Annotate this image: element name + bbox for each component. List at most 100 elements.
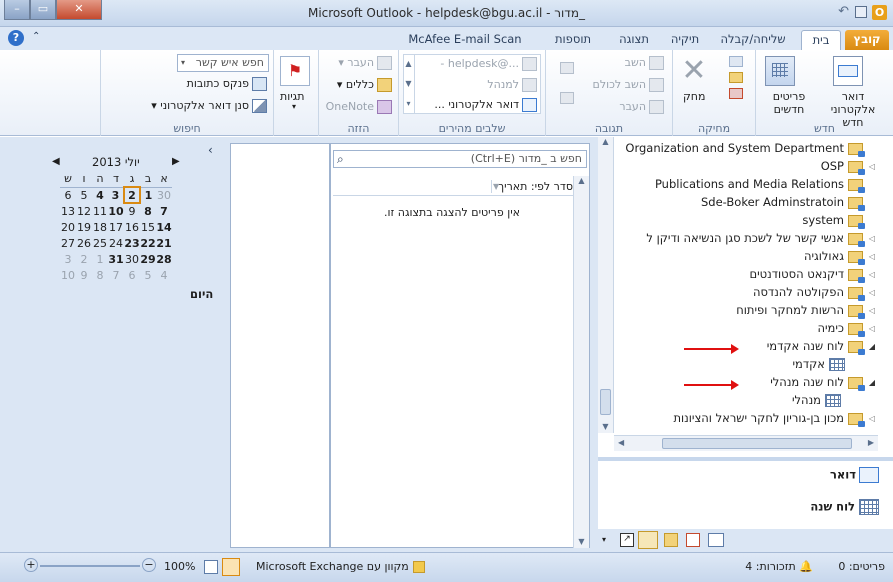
calendar-day-today[interactable]: 2 [123,186,141,204]
scroll-up-icon[interactable]: ▲ [598,137,613,146]
tab-folder[interactable]: תיקיה [665,30,705,50]
calendar-day[interactable]: 20 [60,219,76,235]
quick-step-helpdesk[interactable]: ...@helpdesk - [440,57,537,71]
calendar-day[interactable]: 7 [156,203,172,219]
new-items-icon[interactable] [765,56,795,86]
delete-button[interactable]: מחק [683,90,705,103]
nav-vertical-scrollbar[interactable]: ▲ ▼ [598,137,614,433]
calendar-day[interactable]: 3 [108,187,124,203]
calendar-item[interactable]: מנהלי [792,393,841,407]
folder-item[interactable]: לוח שנה מנהלי [770,375,865,391]
tab-home[interactable]: בית [801,30,841,50]
quick-steps-scroll[interactable]: ▲ ▼ ▾ [403,54,415,114]
folder-item[interactable]: מכון בן-גוריון לחקר ישראל והציונות [673,411,865,427]
search-icon[interactable]: ⌕ [337,151,344,167]
calendar-day[interactable]: 6 [124,267,140,283]
calendar-day[interactable]: 8 [140,203,156,219]
expand-arrow-icon[interactable]: ◁ [869,414,875,423]
calendar-day[interactable]: 17 [108,219,124,235]
calendar-day[interactable]: 30 [156,187,172,203]
calendar-item[interactable]: אקדמי [792,357,845,371]
calendar-day[interactable]: 19 [76,219,92,235]
calendar-day[interactable]: 4 [92,187,108,203]
expand-arrow-icon[interactable]: ◁ [869,234,875,243]
calendar-day[interactable]: 3 [60,251,76,267]
more-respond-icon[interactable] [560,92,574,104]
normal-view-icon[interactable] [222,558,240,576]
sort-header[interactable]: סדר לפי: תאריך ▼ [333,178,573,196]
calendar-day[interactable]: 23 [124,235,140,251]
calendar-day[interactable]: 7 [108,267,124,283]
expand-arrow-icon[interactable]: ◁ [869,270,875,279]
expand-arrow-icon[interactable]: ◁ [869,162,875,171]
scroll-down-icon[interactable]: ▼ [598,422,613,431]
folder-item[interactable]: Sde-Boker Adminstratoin [701,195,865,211]
calendar-day[interactable]: 9 [124,203,140,219]
calendar-day[interactable]: 10 [108,203,124,219]
move-button[interactable]: העבר ▾ [338,56,392,70]
calendar-day[interactable]: 16 [124,219,140,235]
calendar-day[interactable]: 11 [92,203,108,219]
tab-send-receive[interactable]: שליחה/קבלה [713,30,793,50]
vertical-scrollbar[interactable]: ▲ ▼ [573,176,589,548]
prev-month-arrow[interactable]: ◀ [52,156,60,167]
tab-addins[interactable]: תוספות [543,30,603,50]
calendar-day[interactable]: 31 [108,251,124,267]
calendar-day[interactable]: 1 [92,251,108,267]
calendar-day[interactable]: 28 [156,251,172,267]
cleanup-icon[interactable] [729,72,743,83]
folder-item[interactable]: OSP [821,159,865,175]
scroll-down-icon[interactable]: ▼ [574,537,589,546]
meeting-icon[interactable] [560,62,574,74]
folder-item[interactable]: גאולוגיה [804,249,865,265]
quick-step-email[interactable]: דואר אלקטרוני ... [434,98,537,112]
help-icon[interactable]: ? [8,30,24,46]
address-book-button[interactable]: פנקס כתובות [187,77,267,91]
tab-mcafee[interactable]: McAfee E-mail Scan [395,30,535,50]
contacts-icon[interactable] [708,533,724,547]
expand-arrow-icon[interactable]: ◁ [869,324,875,333]
scroll-right-icon[interactable]: ▶ [868,438,874,447]
calendar-day[interactable]: 5 [140,267,156,283]
next-month-arrow[interactable]: ▶ [172,156,180,167]
folder-item[interactable]: לוח שנה אקדמי [767,339,865,355]
zoom-out-icon[interactable]: − [142,558,156,572]
calendar-day[interactable]: 12 [76,203,92,219]
collapse-todo-icon[interactable]: ‹ [208,143,213,157]
junk-icon[interactable] [729,88,743,99]
calendar-day[interactable]: 5 [76,187,92,203]
new-email-icon[interactable] [833,56,863,86]
folder-item[interactable]: דיקנאט הסטודנטים [749,267,865,283]
scroll-up-icon[interactable]: ▲ [574,176,589,185]
close-button[interactable]: ✕ [56,0,102,20]
collapse-arrow-icon[interactable]: ◢ [869,378,875,387]
forward-button[interactable]: העבר [619,100,664,114]
calendar-day[interactable]: 27 [60,235,76,251]
nav-calendar-button[interactable]: לוח שנה [810,499,879,515]
folder-item[interactable]: אנשי קשר של לשכת סגן הנשיאה ודיקן ל [646,231,865,247]
restore-button[interactable]: ▭ [30,0,56,20]
tasks-icon[interactable] [686,533,700,547]
calendar-day[interactable]: 22 [140,235,156,251]
search-box[interactable]: חפש ב _מדור (Ctrl+E) ⌕ [333,150,587,168]
reply-all-button[interactable]: השב לכולם [593,78,664,92]
calendar-day[interactable]: 9 [76,267,92,283]
new-items-button[interactable]: פריטים חדשים [761,90,817,116]
configure-buttons-icon[interactable]: ▾ [602,535,606,544]
folder-item[interactable]: כימיה [817,321,865,337]
zoom-slider[interactable] [40,565,140,567]
calendar-day[interactable]: 15 [140,219,156,235]
nav-horizontal-scrollbar[interactable]: ◀ ▶ [614,435,878,451]
calendar-day[interactable]: 30 [124,251,140,267]
calendar-day[interactable]: 21 [156,235,172,251]
calendar-day[interactable]: 6 [60,187,76,203]
tags-icon[interactable]: ⚑ [280,56,310,86]
calendar-day[interactable]: 2 [76,251,92,267]
calendar-day[interactable]: 14 [156,219,172,235]
folder-list-icon[interactable] [638,531,658,549]
folder-item[interactable]: הרשות למחקר ופיתוח [736,303,865,319]
scroll-left-icon[interactable]: ◀ [618,438,624,447]
find-contact-box[interactable]: חפש איש קשר ▾ [177,54,269,72]
rules-button[interactable]: כללים ▾ [337,78,392,92]
reading-view-icon[interactable] [204,560,218,574]
